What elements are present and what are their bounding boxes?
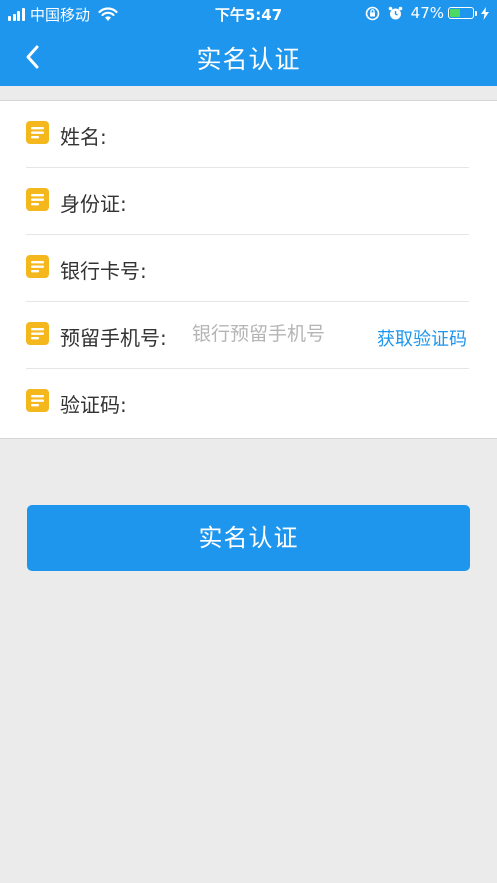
bank-card-label: 银行卡号: [60, 259, 147, 283]
page-title: 实名认证 [196, 45, 301, 74]
form-row-name: 姓名: [26, 101, 469, 168]
verification-form: 姓名: 身份证: 银行卡号: 预留手机号: 获取验证码 [0, 100, 497, 439]
form-row-code: 验证码: [26, 369, 469, 436]
note-icon [26, 322, 49, 345]
code-label: 验证码: [60, 393, 127, 417]
rotation-lock-icon [365, 6, 379, 20]
note-icon [26, 255, 49, 278]
form-row-phone: 预留手机号: 获取验证码 [26, 302, 469, 369]
nav-bar: 实名认证 [0, 28, 497, 86]
form-row-id-card: 身份证: [26, 168, 469, 235]
phone-label: 预留手机号: [60, 326, 167, 350]
note-icon [26, 389, 49, 412]
name-label: 姓名: [60, 125, 107, 149]
code-input[interactable] [156, 385, 456, 417]
alarm-icon [388, 6, 402, 19]
get-code-button[interactable]: 获取验证码 [377, 325, 467, 351]
status-right: 47% [365, 4, 489, 22]
bank-card-input[interactable] [178, 251, 458, 283]
form-row-bank-card: 银行卡号: [26, 235, 469, 302]
header: 中国移动 下午5:47 47% 实名认证 [0, 0, 497, 86]
submit-button[interactable]: 实名认证 [27, 505, 470, 571]
battery-percent: 47% [410, 4, 444, 22]
phone-input[interactable] [192, 318, 352, 350]
name-input[interactable] [136, 117, 456, 149]
id-card-label: 身份证: [60, 192, 127, 216]
note-icon [26, 188, 49, 211]
status-bar: 中国移动 下午5:47 47% [0, 0, 497, 28]
note-icon [26, 121, 49, 144]
charging-bolt-icon [481, 6, 489, 20]
id-card-input[interactable] [156, 184, 456, 216]
battery-tip [475, 10, 477, 16]
battery-icon [448, 7, 474, 19]
